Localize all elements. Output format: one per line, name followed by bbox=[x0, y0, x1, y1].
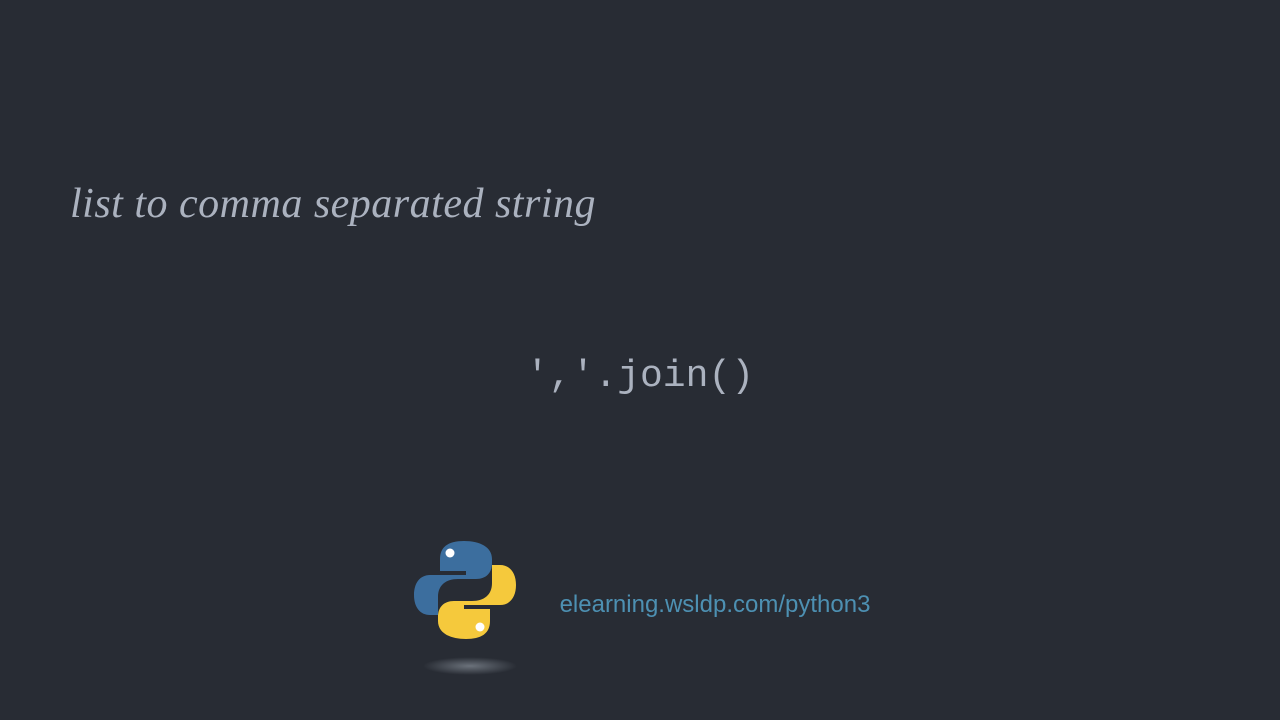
slide: list to comma separated string ','.join(… bbox=[0, 0, 1280, 720]
logo-shadow bbox=[422, 657, 517, 675]
footer: elearning.wsldp.com/python3 bbox=[0, 535, 1280, 675]
python-logo-icon bbox=[410, 535, 530, 675]
course-url: elearning.wsldp.com/python3 bbox=[560, 591, 871, 619]
code-snippet: ','.join() bbox=[526, 355, 754, 398]
slide-title: list to comma separated string bbox=[70, 180, 596, 228]
